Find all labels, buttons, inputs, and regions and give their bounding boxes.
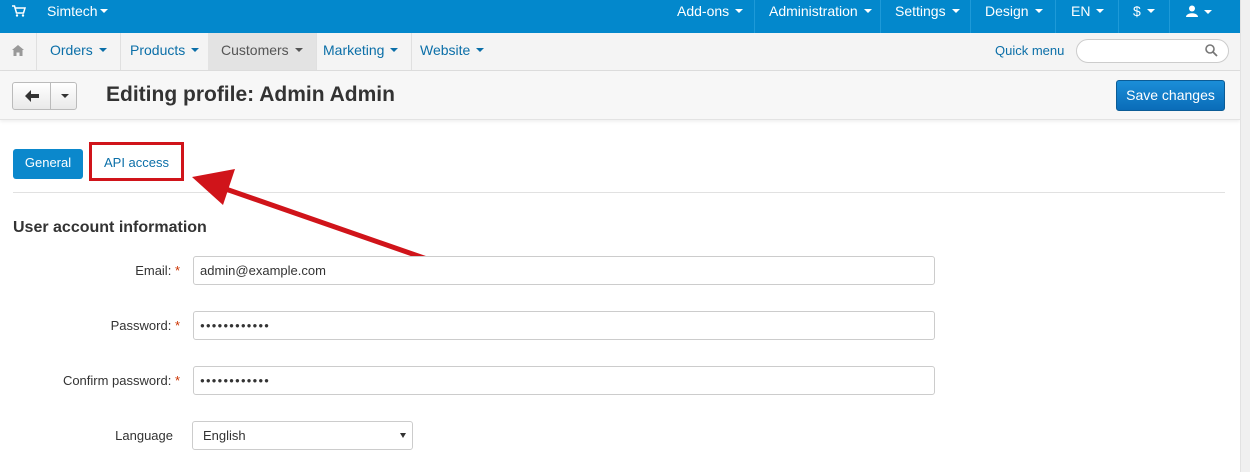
required-mark: *: [174, 263, 180, 278]
nav-products[interactable]: Products: [117, 33, 214, 70]
page-scrollbar[interactable]: [1240, 0, 1250, 472]
back-button-group: [12, 82, 77, 110]
menu-language-label: EN: [1071, 3, 1091, 19]
cart-icon-glyph: [12, 5, 27, 17]
confirm-password-field[interactable]: ●●●●●●●●●●●●: [193, 366, 935, 395]
required-mark: *: [174, 373, 180, 388]
menu-currency-label: $: [1133, 3, 1141, 19]
menu-design[interactable]: Design: [985, 0, 1043, 33]
nav-orders[interactable]: Orders: [37, 33, 121, 70]
top-bar: Simtech Add-ons Administration Settings …: [0, 0, 1240, 33]
nav-orders-label: Orders: [50, 42, 93, 58]
home-icon: [12, 45, 24, 56]
menu-language[interactable]: EN: [1071, 0, 1105, 33]
language-select-value: English: [203, 428, 246, 443]
menu-addons[interactable]: Add-ons: [677, 0, 744, 33]
confirm-password-label-text: Confirm password:: [62, 373, 172, 388]
confirm-password-label: Confirm password: *: [0, 373, 180, 388]
nav-marketing[interactable]: Marketing: [310, 33, 413, 70]
search-icon: [1205, 44, 1218, 57]
email-field[interactable]: admin@example.com: [193, 256, 935, 285]
main-nav: Orders Products Customers Marketing Webs…: [0, 33, 1240, 71]
arrow-left-icon: [24, 90, 39, 102]
store-switcher[interactable]: Simtech: [47, 0, 108, 33]
user-icon: [1186, 5, 1198, 17]
quick-menu-link[interactable]: Quick menu: [995, 43, 1064, 58]
page-header: Editing profile: Admin Admin Save change…: [0, 71, 1240, 120]
required-mark: *: [174, 318, 180, 333]
tab-api-access[interactable]: API access: [89, 142, 184, 181]
language-select[interactable]: English: [192, 421, 413, 450]
menu-currency[interactable]: $: [1133, 0, 1155, 33]
menu-settings[interactable]: Settings: [895, 0, 960, 33]
section-title: User account information: [13, 219, 207, 236]
nav-marketing-label: Marketing: [323, 42, 385, 58]
chevron-down-icon: [400, 433, 406, 438]
cart-icon[interactable]: [12, 0, 27, 33]
password-label-text: Password:: [110, 318, 172, 333]
back-button[interactable]: [13, 83, 51, 109]
chevron-down-icon: [60, 94, 69, 98]
language-label: Language: [115, 428, 173, 443]
nav-customers-label: Customers: [221, 42, 289, 58]
menu-administration[interactable]: Administration: [769, 0, 872, 33]
nav-products-label: Products: [130, 42, 186, 58]
menu-administration-label: Administration: [769, 3, 858, 19]
save-changes-button[interactable]: Save changes: [1116, 80, 1225, 111]
store-name: Simtech: [47, 3, 98, 19]
password-label: Password: *: [0, 318, 180, 333]
page-title: Editing profile: Admin Admin: [106, 83, 395, 106]
menu-design-label: Design: [985, 3, 1029, 19]
nav-website-label: Website: [420, 42, 471, 58]
email-label-text: Email:: [135, 263, 172, 278]
home-button[interactable]: [0, 33, 37, 70]
nav-customers[interactable]: Customers: [208, 33, 317, 70]
search-input[interactable]: [1076, 39, 1229, 63]
history-dropdown-button[interactable]: [52, 83, 77, 109]
menu-settings-label: Settings: [895, 3, 946, 19]
user-menu[interactable]: [1186, 0, 1212, 33]
password-field[interactable]: ●●●●●●●●●●●●: [193, 311, 935, 340]
menu-addons-label: Add-ons: [677, 3, 730, 19]
tab-general[interactable]: General: [13, 149, 83, 179]
email-label: Email: *: [0, 263, 180, 278]
nav-website[interactable]: Website: [407, 33, 497, 70]
